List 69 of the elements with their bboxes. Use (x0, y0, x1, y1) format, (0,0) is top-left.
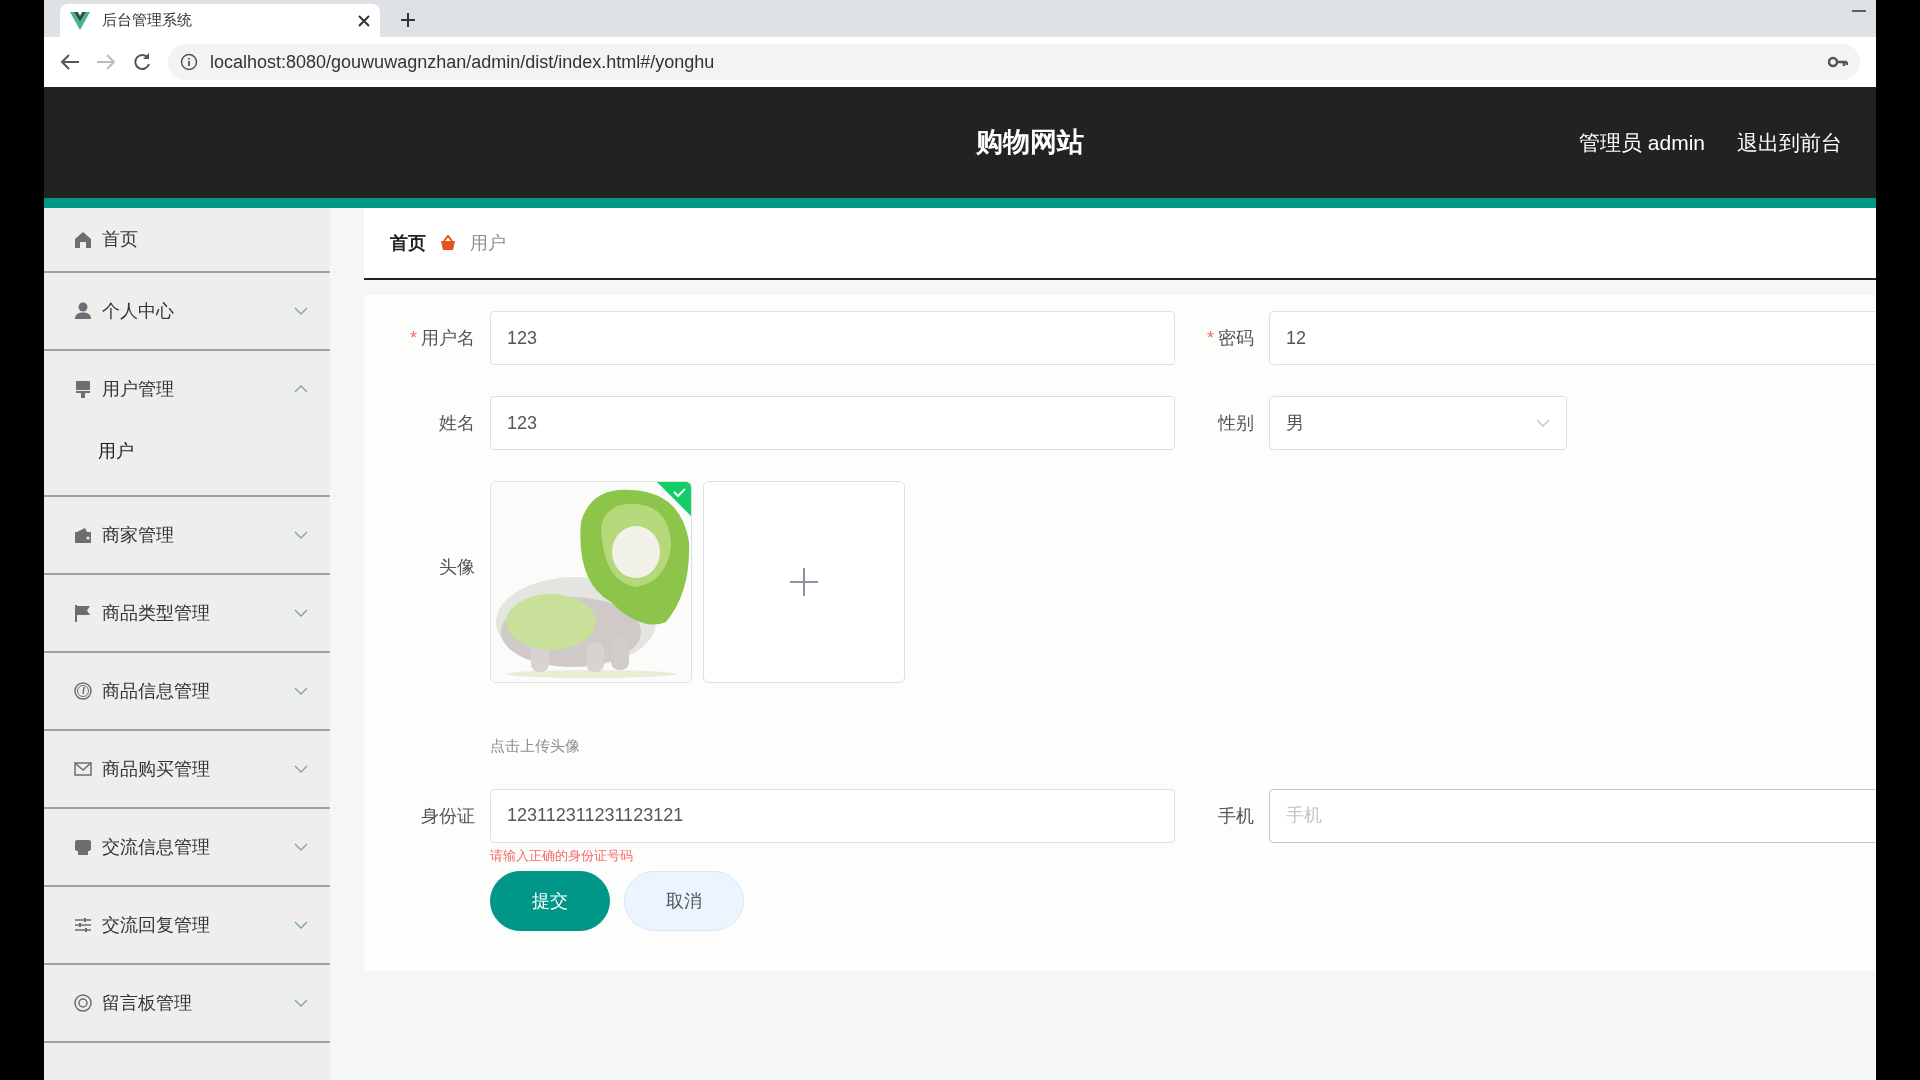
breadcrumb-item[interactable]: 首页 (390, 229, 426, 257)
submit-button[interactable]: 提交 (490, 871, 610, 931)
required-mark: * (410, 328, 417, 348)
sign-icon (74, 380, 92, 398)
home-icon (74, 230, 92, 249)
browser-tab[interactable]: 后台管理系统 (60, 4, 380, 37)
chevron-down-icon (294, 999, 308, 1007)
key-icon[interactable] (1828, 56, 1848, 68)
required-mark: * (1207, 328, 1214, 348)
plus-icon[interactable] (400, 12, 416, 28)
input-field[interactable]: 12 (1269, 311, 1876, 365)
chevron-down-icon (294, 307, 308, 315)
sidebar-item[interactable]: 个人中心 (44, 273, 330, 349)
cancel-button[interactable]: 取消 (624, 871, 744, 931)
field-label: 手机 (1218, 805, 1254, 826)
gauge-icon (74, 682, 92, 700)
select-value: 男 (1286, 411, 1304, 435)
field-label: 身份证 (421, 805, 475, 826)
plus-icon (789, 567, 819, 597)
address-bar[interactable]: localhost:8080/gouwuwagnzhan/admin/dist/index.html#/yonghu (168, 44, 1860, 80)
input-field[interactable]: 123 (490, 396, 1175, 450)
select-field[interactable]: 男 (1269, 396, 1567, 450)
sliders-icon (74, 916, 92, 934)
sidebar-item[interactable]: 用户管理 (44, 351, 330, 427)
field-label: 用户名 (421, 328, 475, 348)
tray-icon (74, 838, 92, 856)
sidebar-item[interactable]: 商家管理 (44, 497, 330, 573)
field-label: 性别 (1218, 413, 1254, 433)
back-icon[interactable] (60, 53, 80, 71)
chevron-down-icon (1536, 419, 1550, 427)
input-field[interactable]: 123 (490, 311, 1175, 365)
chevron-down-icon (294, 921, 308, 929)
sidebar-item[interactable]: 商品购买管理 (44, 731, 330, 807)
header-link[interactable]: 管理员 admin (1578, 126, 1705, 159)
sidebar-item[interactable]: 交流信息管理 (44, 809, 330, 885)
chevron-down-icon (294, 609, 308, 617)
mail-icon (74, 760, 92, 778)
sidebar-item[interactable]: 首页 (44, 208, 330, 271)
error-message: 请输入正确的身份证号码 (490, 846, 634, 865)
field-label: 密码 (1218, 328, 1254, 348)
field-label: 姓名 (439, 413, 475, 433)
basket-icon (440, 235, 456, 251)
chevron-up-icon (294, 385, 308, 393)
chevron-down-icon (294, 765, 308, 773)
vue-logo-icon (70, 11, 90, 30)
chevron-down-icon (294, 531, 308, 539)
field-label: 头像 (439, 557, 475, 577)
minimize-icon[interactable] (1852, 9, 1866, 13)
input-field[interactable]: 123112311231123121 (490, 788, 1175, 843)
chevron-down-icon (294, 843, 308, 851)
sidebar-item[interactable]: 商品类型管理 (44, 575, 330, 651)
breadcrumb-item: 用户 (470, 231, 506, 255)
sidebar-item[interactable]: 留言板管理 (44, 965, 330, 1041)
submenu-item[interactable]: 用户 (44, 427, 330, 495)
tab-title: 后台管理系统 (102, 10, 193, 31)
close-icon[interactable] (358, 14, 370, 27)
wallet-icon (74, 526, 92, 544)
sidebar-item[interactable]: 交流回复管理 (44, 887, 330, 963)
site-title: 购物网站 (976, 126, 1084, 160)
upload-hint: 点击上传头像 (490, 736, 581, 756)
reload-icon[interactable] (132, 52, 152, 72)
info-icon (180, 53, 198, 71)
input-field[interactable]: 手机 (1269, 788, 1876, 843)
lifebuoy-icon (74, 994, 92, 1012)
sidebar-item[interactable]: 商品信息管理 (44, 653, 330, 729)
chevron-down-icon (294, 687, 308, 695)
user-icon (74, 302, 92, 320)
flag-icon (74, 604, 92, 622)
header-link[interactable]: 退出到前台 (1737, 126, 1842, 159)
